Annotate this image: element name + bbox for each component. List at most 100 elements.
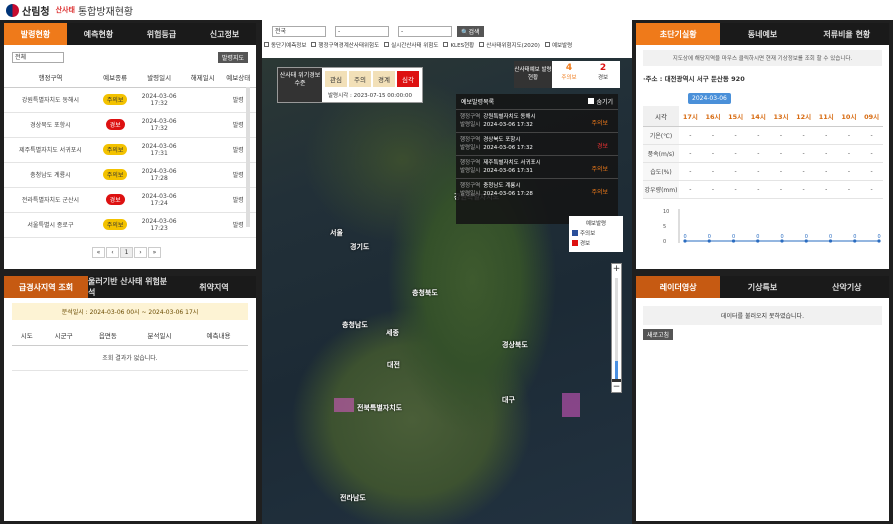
org-name: 산림청 bbox=[22, 6, 50, 18]
tab-steep-slope[interactable]: 급경사지역 조회 bbox=[4, 276, 88, 298]
map-label: 세종 bbox=[386, 329, 399, 337]
watch-count: 4 bbox=[565, 63, 573, 73]
data-label: 0 bbox=[708, 234, 711, 240]
hide-checkbox[interactable] bbox=[588, 98, 595, 104]
search-button[interactable]: 🔍검색 bbox=[457, 26, 484, 37]
layer-toggle[interactable]: 예보발령 bbox=[544, 41, 572, 49]
forecast-type-badge: 경보 bbox=[105, 194, 125, 205]
page-header: 산림청 산사태 통합방재현황 bbox=[0, 0, 893, 20]
forecast-type-badge: 주의보 bbox=[102, 169, 128, 180]
data-label: 0 bbox=[829, 234, 832, 240]
popup-status: 주의보 bbox=[591, 166, 608, 173]
korea-emblem-icon bbox=[6, 3, 19, 17]
tab-radar[interactable]: 레이더영상 bbox=[636, 276, 721, 298]
row-release bbox=[185, 112, 221, 138]
popup-row[interactable]: 행정구역 충청남도 계룡시 발령일시 2024-03-06 17:28 주의보 bbox=[456, 178, 618, 201]
radar-tabs: 레이더영상 기상특보 산악기상 bbox=[636, 276, 889, 298]
tab-local-forecast[interactable]: 동네예보 bbox=[720, 23, 804, 45]
layer-checkbox[interactable] bbox=[443, 42, 449, 47]
tab-risk-grade[interactable]: 위험등급 bbox=[130, 23, 193, 45]
table-row[interactable]: 제주특별자치도 서귀포시 주의보 2024-03-06 17:31 발령 bbox=[4, 137, 256, 163]
sido-select[interactable]: 전국 bbox=[272, 26, 326, 37]
row-status: 발령 bbox=[220, 162, 256, 188]
row-release bbox=[185, 162, 221, 188]
row-time: 17:32 bbox=[150, 99, 168, 107]
row-release bbox=[185, 137, 221, 163]
popup-row[interactable]: 행정구역 제주특별자치도 서귀포시 발령일시 2024-03-06 17:31 주의보 bbox=[456, 155, 618, 178]
hide-toggle[interactable]: 숨기기 bbox=[588, 97, 613, 106]
hour-header: 11시 bbox=[814, 106, 838, 127]
page-button[interactable]: › bbox=[134, 247, 147, 258]
region-select[interactable]: 전체 bbox=[12, 52, 64, 63]
dong-select[interactable]: - bbox=[398, 26, 452, 37]
page-button[interactable]: » bbox=[148, 247, 161, 258]
hour-header: 15시 bbox=[724, 106, 747, 127]
zoom-slider[interactable] bbox=[615, 278, 618, 382]
data-label: 0 bbox=[853, 234, 856, 240]
weather-address: ·주소 : 대전광역시 서구 둔산동 920 bbox=[643, 75, 745, 83]
table-row[interactable]: 전라특별자치도 군산시 경보 2024-03-06 17:24 발령 bbox=[4, 187, 256, 213]
zoom-in-button[interactable]: + bbox=[612, 264, 621, 274]
forecast-type-badge: 주의보 bbox=[102, 144, 128, 155]
empty-message: 조회 결과가 없습니다. bbox=[12, 345, 248, 371]
row-status: 발령 bbox=[220, 137, 256, 163]
refresh-button[interactable]: 새로고침 bbox=[643, 329, 674, 340]
layer-toggle[interactable]: 실시간산사태 위험도 bbox=[384, 41, 438, 49]
map-label: 대전 bbox=[387, 361, 400, 369]
legend-item: 주의보 bbox=[572, 229, 620, 237]
weather-tabs: 초단기실황 동네예보 저류비율 현황 bbox=[636, 23, 889, 45]
forecast-tabs: 발령현황 예측현황 위험등급 신고정보 bbox=[4, 23, 256, 45]
table-row[interactable]: 서울특별시 종로구 주의보 2024-03-06 17:23 발령 bbox=[4, 212, 256, 238]
row-status: 발령 bbox=[220, 187, 256, 213]
layer-checkbox[interactable] bbox=[311, 42, 317, 47]
tab-issue[interactable]: 발령현황 bbox=[4, 23, 67, 45]
layer-toggle[interactable]: 행정구역경계산사태위험도 bbox=[311, 41, 379, 49]
layer-toggle[interactable]: KLES현황 bbox=[443, 41, 474, 49]
tab-storage-ratio[interactable]: 저류비율 현황 bbox=[805, 23, 889, 45]
issue-map-button[interactable]: 발령지도 bbox=[217, 52, 248, 63]
page-button[interactable]: ‹ bbox=[106, 247, 119, 258]
tab-prediction[interactable]: 예측현황 bbox=[67, 23, 130, 45]
analysis-table: 시도 시군구 읍면동 분석일시 예측내용 조회 결과가 없습니다. bbox=[12, 325, 248, 371]
tab-report[interactable]: 신고정보 bbox=[193, 23, 256, 45]
map-label: 서울 bbox=[330, 229, 343, 237]
row-status: 발령 bbox=[220, 87, 256, 113]
legend-title: 예보발령 bbox=[585, 221, 607, 227]
table-row[interactable]: 경상북도 포항시 경보 2024-03-06 17:32 발령 bbox=[4, 112, 256, 138]
page-button[interactable]: « bbox=[92, 247, 105, 258]
weather-table: 시각 17시 16시 15시 14시 13시 12시 11시 10시 09시 기온(℃) - - - - - -… bbox=[643, 106, 883, 199]
data-label: 0 bbox=[732, 234, 735, 240]
zoom-out-button[interactable]: − bbox=[612, 383, 621, 392]
tab-nowcast[interactable]: 초단기실황 bbox=[636, 23, 721, 45]
hour-header: 10시 bbox=[837, 106, 861, 127]
table-scrollbar[interactable] bbox=[246, 87, 250, 227]
alarm-count: 2 bbox=[599, 63, 607, 73]
radar-message: 데이터를 불러오지 못하였습니다. bbox=[643, 306, 882, 325]
map-view[interactable]: 강원특별자치도경기도서울충청북도경상북도충청남도세종대전전북특별자치도대구전라남… bbox=[262, 20, 632, 524]
hour-header: 13시 bbox=[769, 106, 793, 127]
data-label: 0 bbox=[684, 234, 687, 240]
forecast-type-badge: 주의보 bbox=[102, 94, 128, 105]
layer-toggles: 동단기예측정보 행정구역경계산사태위험도 실시간산사태 위험도 KLES현황 산사태위험… bbox=[262, 37, 632, 49]
weather-chart: 10 5 0 0 0 0 0 0 0 0 0 0 bbox=[663, 209, 881, 245]
layer-checkbox[interactable] bbox=[264, 42, 269, 47]
popup-row[interactable]: 행정구역 강원특별자치도 동해시 발령일시 2024-03-06 17:32 주의보 bbox=[456, 109, 618, 132]
tab-risk-analysis[interactable]: 울러기반 산사태 위험분석 bbox=[88, 276, 172, 298]
table-row[interactable]: 강원특별자치도 동해시 주의보 2024-03-06 17:32 발령 bbox=[4, 87, 256, 113]
sigungu-select[interactable]: - bbox=[335, 26, 389, 37]
layer-toggle[interactable]: 동단기예측정보 bbox=[264, 41, 306, 49]
map-controls: 전국 - - 🔍검색 동단기예측정보 행정구역경계산사태위험도 실시간산사태 위험도… bbox=[262, 20, 632, 58]
radar-panel: 레이더영상 기상특보 산악기상 데이터를 불러오지 못하였습니다. 새로고침 bbox=[636, 276, 889, 521]
tab-special-report[interactable]: 기상특보 bbox=[720, 276, 804, 298]
weather-date: 2024-03-06 bbox=[688, 93, 731, 104]
page-button[interactable]: 1 bbox=[120, 247, 133, 258]
layer-checkbox[interactable] bbox=[384, 42, 390, 47]
alert-level-box: 산사태 위기경보 수준 관심 주의 경계 심각 발령시각 : 2023-07-15 0… bbox=[277, 67, 423, 103]
tab-mountain-weather[interactable]: 산악기상 bbox=[805, 276, 889, 298]
layer-toggle[interactable]: 산사태위험지도(2020) bbox=[479, 41, 540, 49]
layer-checkbox[interactable] bbox=[544, 42, 550, 47]
tab-vulnerable[interactable]: 취약지역 bbox=[172, 276, 256, 298]
popup-row[interactable]: 행정구역 경상북도 포항시 발령일시 2024-03-06 17:32 경보 bbox=[456, 132, 618, 155]
layer-checkbox[interactable] bbox=[479, 42, 485, 47]
table-row[interactable]: 충청남도 계룡시 주의보 2024-03-06 17:28 발령 bbox=[4, 162, 256, 188]
